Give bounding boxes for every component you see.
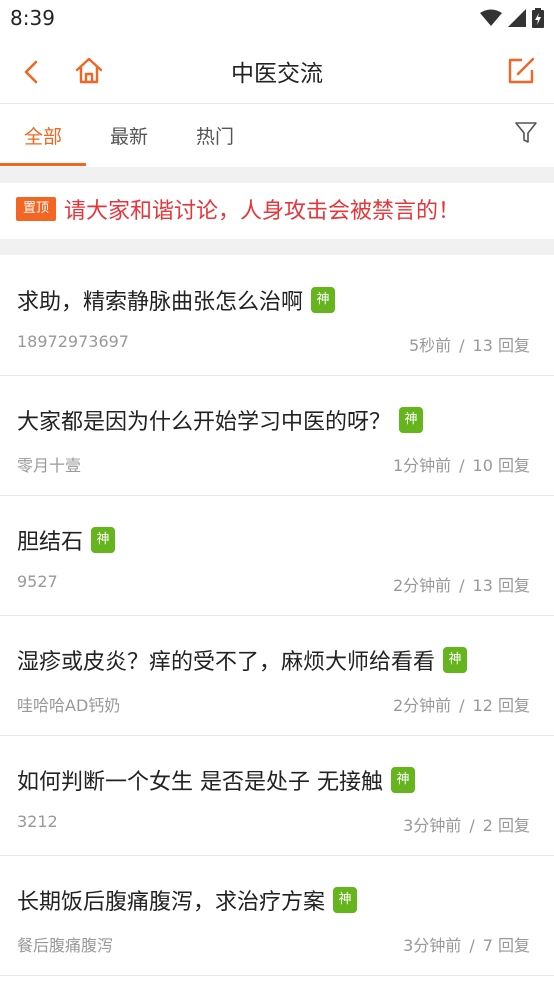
- status-icons: [480, 8, 544, 28]
- post-title-row: 湿疹或皮炎？痒的受不了，麻烦大师给看看 神: [17, 644, 468, 676]
- filter-icon[interactable]: [514, 120, 538, 144]
- post-meta: 1分钟前 / 10 回复: [393, 452, 530, 476]
- post-author: 零月十壹: [17, 456, 82, 475]
- status-time: 8:39: [10, 6, 55, 30]
- battery-icon: [532, 8, 544, 28]
- post-replies: 12 回复: [472, 696, 530, 715]
- pinned-notice[interactable]: 置顶 请大家和谐讨论，人身攻击会被禁言的！: [0, 183, 554, 239]
- page-title: 中医交流: [231, 61, 323, 87]
- post-time: 3分钟前: [403, 816, 462, 835]
- post-title: 长期饭后腹痛腹泻，求治疗方案: [17, 890, 326, 915]
- edit-post-icon[interactable]: [504, 54, 538, 88]
- post-title: 如何判断一个女生 是否是处子 无接触: [17, 770, 383, 795]
- post-time: 2分钟前: [392, 696, 452, 715]
- status-bar: 8:39: [0, 0, 554, 38]
- active-tab-indicator: [0, 163, 86, 166]
- meta-separator: /: [459, 336, 465, 355]
- post-meta: 5秒前 / 13 回复: [409, 332, 530, 356]
- post-replies: 13 回复: [472, 576, 530, 595]
- post-title-row: 求助，精索静脉曲张怎么治啊 神: [17, 284, 336, 316]
- meta-separator: /: [459, 696, 465, 715]
- post-item[interactable]: 长期饭后腹痛腹泻，求治疗方案 神 餐后腹痛腹泻 3分钟前 / 7 回复: [0, 856, 554, 976]
- meta-separator: /: [459, 456, 465, 475]
- post-title-row: 胆结石 神: [17, 524, 116, 556]
- meta-separator: /: [469, 816, 475, 835]
- post-title-row: 大家都是因为什么开始学习中医的呀？ 神: [17, 404, 424, 436]
- post-title-row: 长期饭后腹痛腹泻，求治疗方案 神: [17, 884, 358, 916]
- post-meta: 3分钟前 / 7 回复: [403, 932, 530, 956]
- filter-tabs: 全部 最新 热门: [0, 104, 554, 167]
- divider: [0, 167, 554, 183]
- god-badge: 神: [311, 287, 336, 313]
- post-time: 2分钟前: [392, 576, 452, 595]
- pinned-text: 请大家和谐讨论，人身攻击会被禁言的！: [64, 199, 461, 224]
- post-time: 1分钟前: [392, 456, 452, 475]
- post-author: 哇哈哈AD钙奶: [17, 696, 121, 715]
- post-item[interactable]: 大家都是因为什么开始学习中医的呀？ 神 零月十壹 1分钟前 / 10 回复: [0, 376, 554, 496]
- post-replies: 7 回复: [482, 936, 530, 955]
- post-replies: 13 回复: [472, 336, 530, 355]
- tab-hot[interactable]: 热门: [196, 122, 234, 149]
- post-author: 3212: [17, 812, 58, 831]
- pinned-badge: 置顶: [16, 197, 56, 221]
- god-badge: 神: [91, 527, 116, 553]
- post-author: 9527: [17, 572, 58, 591]
- post-item[interactable]: 求助，精索静脉曲张怎么治啊 神 18972973697 5秒前 / 13 回复: [0, 256, 554, 376]
- wifi-icon: [480, 9, 502, 26]
- tab-all[interactable]: 全部: [24, 122, 62, 149]
- post-item[interactable]: 如何判断一个女生 是否是处子 无接触 神 3212 3分钟前 / 2 回复: [0, 736, 554, 856]
- post-title: 胆结石: [17, 530, 84, 555]
- post-title: 求助，精索静脉曲张怎么治啊: [17, 290, 304, 315]
- post-time: 5秒前: [408, 336, 452, 355]
- signal-icon: [508, 9, 526, 27]
- nav-bar: 中医交流: [0, 38, 554, 104]
- divider: [0, 239, 554, 255]
- post-meta: 2分钟前 / 12 回复: [393, 692, 530, 716]
- post-meta: 2分钟前 / 13 回复: [393, 572, 530, 596]
- post-author: 18972973697: [17, 332, 129, 351]
- god-badge: 神: [333, 887, 358, 913]
- post-title: 大家都是因为什么开始学习中医的呀？: [17, 410, 392, 435]
- god-badge: 神: [399, 407, 424, 433]
- post-item[interactable]: 湿疹或皮炎？痒的受不了，麻烦大师给看看 神 哇哈哈AD钙奶 2分钟前 / 12 回复: [0, 616, 554, 736]
- god-badge: 神: [391, 767, 415, 793]
- god-badge: 神: [443, 647, 468, 673]
- meta-separator: /: [459, 576, 465, 595]
- post-time: 3分钟前: [403, 936, 462, 955]
- post-meta: 3分钟前 / 2 回复: [403, 812, 530, 836]
- post-replies: 10 回复: [472, 456, 530, 475]
- meta-separator: /: [469, 936, 475, 955]
- post-replies: 2 回复: [482, 816, 530, 835]
- post-title-row: 如何判断一个女生 是否是处子 无接触 神: [17, 764, 415, 796]
- post-title: 湿疹或皮炎？痒的受不了，麻烦大师给看看: [17, 650, 436, 675]
- post-author: 餐后腹痛腹泻: [17, 936, 114, 955]
- tab-latest[interactable]: 最新: [110, 122, 148, 149]
- post-item[interactable]: 胆结石 神 9527 2分钟前 / 13 回复: [0, 496, 554, 616]
